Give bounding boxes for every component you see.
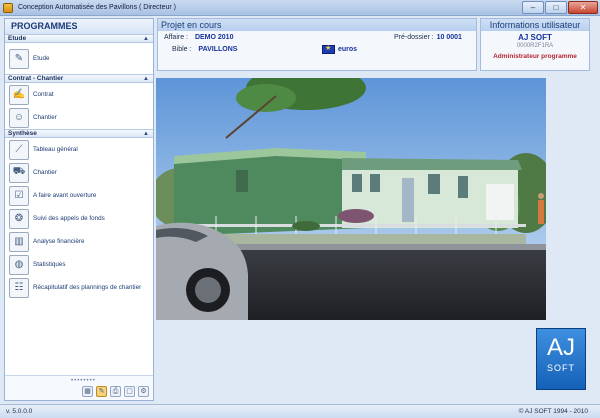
group-etude[interactable]: Etude ▲ xyxy=(5,34,153,43)
sidebar-item-a-faire-avant-ouverture[interactable]: ☑ A faire avant ouverture xyxy=(5,184,153,207)
sidebar-item-chantier-synthese[interactable]: ⛟ Chantier xyxy=(5,161,153,184)
house-illustration xyxy=(156,78,546,320)
planning-icon: ☷ xyxy=(9,277,29,298)
window-title: Conception Automatisée des Pavillons ( D… xyxy=(18,4,176,11)
pre-dossier-value: 10 0001 xyxy=(436,34,462,41)
user-name: AJ SOFT xyxy=(518,33,552,42)
contract-icon: ✍ xyxy=(9,84,29,105)
bible-row: Bible : PAVILLONS xyxy=(172,46,237,53)
sidebar-toolbar: ▦ ✎ ⎙ ▢ ⚙ xyxy=(82,386,149,397)
grid-view-icon[interactable]: ▦ xyxy=(82,386,93,397)
maximize-button[interactable]: □ xyxy=(545,1,567,14)
minimize-button[interactable]: – xyxy=(522,1,544,14)
status-bar: v. 5.0.0.0 © AJ SOFT 1994 - 2010 xyxy=(0,404,600,418)
sidebar-item-label: Chantier xyxy=(33,114,57,121)
eu-flag-icon xyxy=(322,44,335,54)
resize-grip[interactable]: •••••••• xyxy=(71,378,96,384)
sidebar-item-recapitulatif-plannings[interactable]: ☷ Récapitulatif des plannings de chantie… xyxy=(5,276,153,299)
logo-text-aj: AJ xyxy=(546,334,575,361)
pre-dossier-label: Pré-dossier : xyxy=(394,34,434,41)
coins-icon: ❂ xyxy=(9,208,29,229)
sidebar-item-contrat[interactable]: ✍ Contrat xyxy=(5,83,153,106)
sidebar-item-label: Contrat xyxy=(33,91,54,98)
user-info-panel: Informations utilisateur AJ SOFT 0000R2F… xyxy=(480,18,590,71)
sidebar-item-label: A faire avant ouverture xyxy=(33,192,97,199)
globe-icon: ◍ xyxy=(9,254,29,275)
affaire-value: DEMO 2010 xyxy=(194,34,234,41)
group-label: Contrat - Chantier xyxy=(8,75,64,82)
print-icon[interactable]: ⎙ xyxy=(110,386,121,397)
sidebar-item-tableau-general[interactable]: ⟋ Tableau général xyxy=(5,138,153,161)
group-contrat-chantier[interactable]: Contrat - Chantier ▲ xyxy=(5,74,153,83)
sidebar-item-label: Statistiques xyxy=(33,261,66,268)
checklist-icon: ☑ xyxy=(9,185,29,206)
collapse-icon[interactable]: ▲ xyxy=(143,35,149,43)
settings-icon[interactable]: ⚙ xyxy=(138,386,149,397)
sidebar-item-label: Récapitulatif des plannings de chantier xyxy=(33,284,142,291)
title-bar: Conception Automatisée des Pavillons ( D… xyxy=(0,0,600,16)
house-rendering-image xyxy=(156,78,546,320)
sidebar-item-analyse-financiere[interactable]: ▥ Analyse financière xyxy=(5,230,153,253)
sidebar-item-label: Chantier xyxy=(33,169,57,176)
edit-icon[interactable]: ✎ xyxy=(96,386,107,397)
bible-label: Bible : xyxy=(172,46,192,53)
sidebar-item-label: Tableau général xyxy=(33,146,78,153)
sidebar-item-suivi-appels-de-fonds[interactable]: ❂ Suivi des appels de fonds xyxy=(5,207,153,230)
sidebar-item-label: Etude xyxy=(33,55,50,62)
panel-title: Informations utilisateur xyxy=(481,19,589,31)
aj-soft-logo: AJ SOFT xyxy=(536,328,586,390)
sidebar-item-etude[interactable]: ✎ Etude xyxy=(5,43,153,74)
app-icon xyxy=(3,2,13,13)
pre-dossier-row: Pré-dossier : 10 0001 xyxy=(394,34,462,41)
worker-icon: ☺ xyxy=(9,107,29,128)
pencil-ruler-icon: ✎ xyxy=(9,48,29,69)
sidebar-item-label: Analyse financière xyxy=(33,238,85,245)
user-role: Administrateur programme xyxy=(493,53,577,60)
version-label: v. 5.0.0.0 xyxy=(6,408,33,415)
sidebar-footer: •••••••• ▦ ✎ ⎙ ▢ ⚙ xyxy=(5,375,153,400)
programmes-sidebar: PROGRAMMES Etude ▲ ✎ Etude Contrat - Cha… xyxy=(4,18,154,401)
copyright-label: © AJ SOFT 1994 - 2010 xyxy=(518,408,588,415)
sidebar-header: PROGRAMMES xyxy=(5,19,153,34)
collapse-icon[interactable]: ▲ xyxy=(143,130,149,138)
affaire-row: Affaire : DEMO 2010 xyxy=(164,34,233,41)
bar-chart-icon: ▥ xyxy=(9,231,29,252)
close-button[interactable]: ✕ xyxy=(568,1,598,14)
collapse-icon[interactable]: ▲ xyxy=(143,75,149,83)
panel-title: Projet en cours xyxy=(158,19,476,31)
currency-label: euros xyxy=(338,46,358,53)
sidebar-item-label: Suivi des appels de fonds xyxy=(33,215,105,222)
window-controls: – □ ✕ xyxy=(522,1,598,14)
window-icon[interactable]: ▢ xyxy=(124,386,135,397)
chart-icon: ⟋ xyxy=(9,139,29,160)
group-synthese[interactable]: Synthèse ▲ xyxy=(5,129,153,138)
current-project-panel: Projet en cours Affaire : DEMO 2010 Bibl… xyxy=(157,18,477,71)
sidebar-item-chantier[interactable]: ☺ Chantier xyxy=(5,106,153,129)
forklift-icon: ⛟ xyxy=(9,162,29,183)
logo-text-soft: SOFT xyxy=(547,363,575,373)
bible-value: PAVILLONS xyxy=(198,46,238,53)
group-label: Etude xyxy=(8,35,27,42)
sidebar-item-statistiques[interactable]: ◍ Statistiques xyxy=(5,253,153,276)
group-label: Synthèse xyxy=(8,130,37,137)
user-code: 0000R2F1RA xyxy=(516,43,554,49)
affaire-label: Affaire : xyxy=(164,34,188,41)
